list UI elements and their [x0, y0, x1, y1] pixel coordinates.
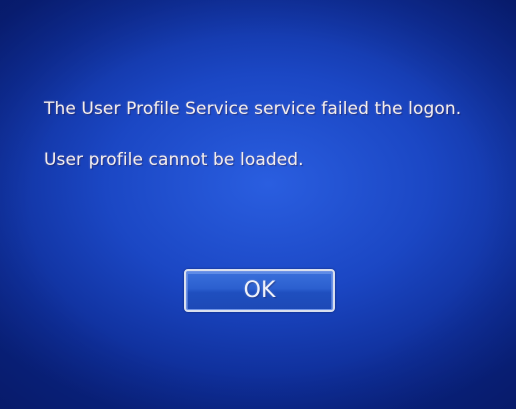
logon-error-screen: The User Profile Service service failed …	[0, 0, 516, 409]
ok-button-label: OK	[243, 278, 276, 303]
error-message-title: The User Profile Service service failed …	[44, 99, 462, 119]
screen-vignette	[0, 0, 516, 409]
error-message-detail: User profile cannot be loaded.	[44, 150, 304, 170]
ok-button[interactable]: OK	[184, 269, 335, 312]
